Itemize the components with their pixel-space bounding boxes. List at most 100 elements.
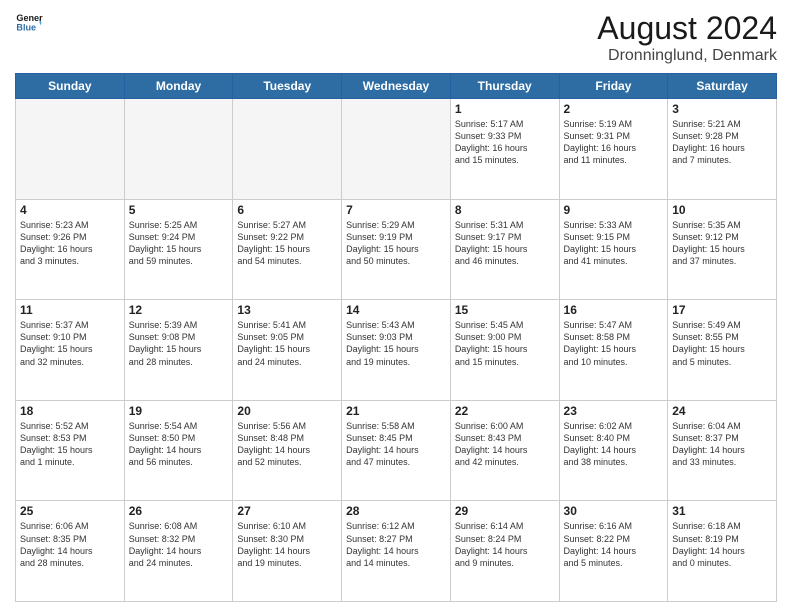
day-number: 19 [129, 404, 229, 418]
day-number: 26 [129, 504, 229, 518]
day-number: 12 [129, 303, 229, 317]
calendar-week-row: 4 Sunrise: 5:23 AM Sunset: 9:26 PM Daylig… [16, 199, 777, 300]
table-row: 16 Sunrise: 5:47 AM Sunset: 8:58 PM Dayli… [559, 300, 668, 401]
table-row: 19 Sunrise: 5:54 AM Sunset: 8:50 PM Dayli… [124, 400, 233, 501]
day-info: Sunrise: 5:27 AM Sunset: 9:22 PM Dayligh… [237, 219, 337, 268]
calendar-week-row: 11 Sunrise: 5:37 AM Sunset: 9:10 PM Dayli… [16, 300, 777, 401]
day-number: 27 [237, 504, 337, 518]
table-row [124, 99, 233, 200]
day-number: 16 [564, 303, 664, 317]
day-number: 15 [455, 303, 555, 317]
table-row: 15 Sunrise: 5:45 AM Sunset: 9:00 PM Dayli… [450, 300, 559, 401]
col-friday: Friday [559, 74, 668, 99]
col-sunday: Sunday [16, 74, 125, 99]
table-row: 31Sunrise: 6:18 AM Sunset: 8:19 PM Dayli… [668, 501, 777, 602]
table-row: 3Sunrise: 5:21 AM Sunset: 9:28 PM Daylig… [668, 99, 777, 200]
day-info: Sunrise: 5:41 AM Sunset: 9:05 PM Dayligh… [237, 319, 337, 368]
calendar-body: 1 Sunrise: 5:17 AM Sunset: 9:33 PM Daylig… [16, 99, 777, 602]
table-row: 30Sunrise: 6:16 AM Sunset: 8:22 PM Dayli… [559, 501, 668, 602]
day-number: 5 [129, 203, 229, 217]
col-monday: Monday [124, 74, 233, 99]
col-thursday: Thursday [450, 74, 559, 99]
day-info: Sunrise: 6:04 AM Sunset: 8:37 PM Dayligh… [672, 420, 772, 469]
day-info: Sunrise: 5:56 AM Sunset: 8:48 PM Dayligh… [237, 420, 337, 469]
day-info: Sunrise: 5:54 AM Sunset: 8:50 PM Dayligh… [129, 420, 229, 469]
calendar-week-row: 18 Sunrise: 5:52 AM Sunset: 8:53 PM Dayli… [16, 400, 777, 501]
day-number: 20 [237, 404, 337, 418]
table-row: 8 Sunrise: 5:31 AM Sunset: 9:17 PM Daylig… [450, 199, 559, 300]
table-row: 21 Sunrise: 5:58 AM Sunset: 8:45 PM Dayli… [342, 400, 451, 501]
table-row [342, 99, 451, 200]
day-number: 9 [564, 203, 664, 217]
table-row: 28 Sunrise: 6:12 AM Sunset: 8:27 PM Dayli… [342, 501, 451, 602]
day-number: 1 [455, 102, 555, 116]
table-row: 14Sunrise: 5:43 AM Sunset: 9:03 PM Dayli… [342, 300, 451, 401]
table-row: 27 Sunrise: 6:10 AM Sunset: 8:30 PM Dayli… [233, 501, 342, 602]
table-row [16, 99, 125, 200]
calendar-header-row: Sunday Monday Tuesday Wednesday Thursday… [16, 74, 777, 99]
table-row: 11 Sunrise: 5:37 AM Sunset: 9:10 PM Dayli… [16, 300, 125, 401]
day-number: 10 [672, 203, 772, 217]
day-info: Sunrise: 6:06 AM Sunset: 8:35 PM Dayligh… [20, 520, 120, 569]
table-row: 1 Sunrise: 5:17 AM Sunset: 9:33 PM Daylig… [450, 99, 559, 200]
table-row: 13 Sunrise: 5:41 AM Sunset: 9:05 PM Dayli… [233, 300, 342, 401]
day-info: Sunrise: 5:45 AM Sunset: 9:00 PM Dayligh… [455, 319, 555, 368]
day-info: Sunrise: 5:31 AM Sunset: 9:17 PM Dayligh… [455, 219, 555, 268]
logo: General Blue [15, 10, 43, 38]
day-number: 22 [455, 404, 555, 418]
day-number: 2 [564, 102, 664, 116]
day-number: 13 [237, 303, 337, 317]
col-saturday: Saturday [668, 74, 777, 99]
header: General Blue August 2024 Dronninglund, D… [15, 10, 777, 65]
day-number: 31 [672, 504, 772, 518]
table-row: 2Sunrise: 5:19 AM Sunset: 9:31 PM Daylig… [559, 99, 668, 200]
title-block: August 2024 Dronninglund, Denmark [597, 10, 777, 65]
table-row: 26 Sunrise: 6:08 AM Sunset: 8:32 PM Dayli… [124, 501, 233, 602]
day-number: 28 [346, 504, 446, 518]
table-row: 23Sunrise: 6:02 AM Sunset: 8:40 PM Dayli… [559, 400, 668, 501]
day-info: Sunrise: 6:02 AM Sunset: 8:40 PM Dayligh… [564, 420, 664, 469]
svg-text:Blue: Blue [16, 22, 36, 32]
day-number: 14 [346, 303, 446, 317]
day-number: 4 [20, 203, 120, 217]
day-info: Sunrise: 5:23 AM Sunset: 9:26 PM Dayligh… [20, 219, 120, 268]
day-info: Sunrise: 5:37 AM Sunset: 9:10 PM Dayligh… [20, 319, 120, 368]
table-row: 29Sunrise: 6:14 AM Sunset: 8:24 PM Dayli… [450, 501, 559, 602]
day-info: Sunrise: 6:00 AM Sunset: 8:43 PM Dayligh… [455, 420, 555, 469]
col-wednesday: Wednesday [342, 74, 451, 99]
day-info: Sunrise: 5:17 AM Sunset: 9:33 PM Dayligh… [455, 118, 555, 167]
day-number: 6 [237, 203, 337, 217]
day-number: 21 [346, 404, 446, 418]
day-info: Sunrise: 5:49 AM Sunset: 8:55 PM Dayligh… [672, 319, 772, 368]
table-row [233, 99, 342, 200]
day-number: 29 [455, 504, 555, 518]
day-number: 25 [20, 504, 120, 518]
location-subtitle: Dronninglund, Denmark [597, 47, 777, 65]
table-row: 6 Sunrise: 5:27 AM Sunset: 9:22 PM Daylig… [233, 199, 342, 300]
day-info: Sunrise: 5:33 AM Sunset: 9:15 PM Dayligh… [564, 219, 664, 268]
day-number: 8 [455, 203, 555, 217]
day-info: Sunrise: 5:47 AM Sunset: 8:58 PM Dayligh… [564, 319, 664, 368]
table-row: 22 Sunrise: 6:00 AM Sunset: 8:43 PM Dayli… [450, 400, 559, 501]
day-info: Sunrise: 5:29 AM Sunset: 9:19 PM Dayligh… [346, 219, 446, 268]
table-row: 24 Sunrise: 6:04 AM Sunset: 8:37 PM Dayli… [668, 400, 777, 501]
table-row: 4 Sunrise: 5:23 AM Sunset: 9:26 PM Daylig… [16, 199, 125, 300]
page: General Blue August 2024 Dronninglund, D… [0, 0, 792, 612]
day-number: 11 [20, 303, 120, 317]
day-number: 3 [672, 102, 772, 116]
logo-icon: General Blue [15, 10, 43, 38]
table-row: 12Sunrise: 5:39 AM Sunset: 9:08 PM Dayli… [124, 300, 233, 401]
month-year-title: August 2024 [597, 10, 777, 47]
table-row: 20 Sunrise: 5:56 AM Sunset: 8:48 PM Dayli… [233, 400, 342, 501]
day-info: Sunrise: 6:10 AM Sunset: 8:30 PM Dayligh… [237, 520, 337, 569]
day-info: Sunrise: 5:58 AM Sunset: 8:45 PM Dayligh… [346, 420, 446, 469]
table-row: 25 Sunrise: 6:06 AM Sunset: 8:35 PM Dayli… [16, 501, 125, 602]
day-number: 18 [20, 404, 120, 418]
day-number: 30 [564, 504, 664, 518]
day-info: Sunrise: 5:52 AM Sunset: 8:53 PM Dayligh… [20, 420, 120, 469]
day-number: 24 [672, 404, 772, 418]
day-info: Sunrise: 6:12 AM Sunset: 8:27 PM Dayligh… [346, 520, 446, 569]
day-number: 7 [346, 203, 446, 217]
day-info: Sunrise: 6:08 AM Sunset: 8:32 PM Dayligh… [129, 520, 229, 569]
table-row: 17Sunrise: 5:49 AM Sunset: 8:55 PM Dayli… [668, 300, 777, 401]
